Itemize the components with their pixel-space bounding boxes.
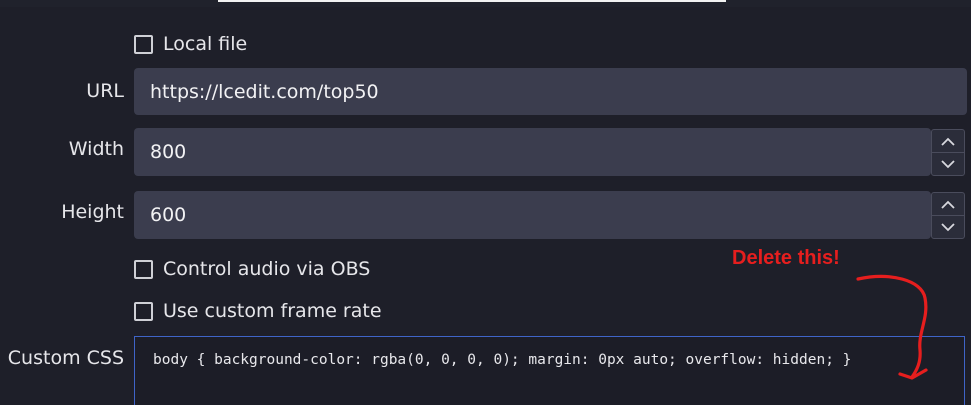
url-label: URL xyxy=(86,80,124,102)
control-audio-label: Control audio via OBS xyxy=(163,258,371,280)
chevron-down-icon xyxy=(941,222,955,231)
height-increment-button[interactable] xyxy=(932,193,964,215)
height-decrement-button[interactable] xyxy=(932,215,964,238)
preview-frame xyxy=(218,0,726,2)
url-input[interactable]: https://lcedit.com/top50 xyxy=(134,68,967,115)
height-label: Height xyxy=(61,201,124,223)
control-audio-option[interactable]: Control audio via OBS xyxy=(134,256,370,282)
chevron-down-icon xyxy=(941,159,955,168)
custom-frame-rate-label: Use custom frame rate xyxy=(163,300,382,322)
custom-frame-rate-option[interactable]: Use custom frame rate xyxy=(134,298,382,324)
height-spinner xyxy=(931,192,965,239)
local-file-option[interactable]: Local file xyxy=(134,31,247,57)
local-file-label: Local file xyxy=(163,33,248,55)
width-label: Width xyxy=(68,138,124,160)
height-input[interactable]: 600 xyxy=(134,191,931,239)
custom-frame-rate-checkbox[interactable] xyxy=(134,301,153,321)
browser-source-properties: Local file URL https://lcedit.com/top50 … xyxy=(0,0,971,405)
width-spinner xyxy=(931,129,965,176)
control-audio-checkbox[interactable] xyxy=(134,259,153,279)
chevron-up-icon xyxy=(941,200,955,209)
annotation-text: Delete this! xyxy=(732,247,840,269)
width-increment-button[interactable] xyxy=(932,130,964,152)
width-input[interactable]: 800 xyxy=(134,128,931,176)
custom-css-label: Custom CSS xyxy=(7,347,124,369)
local-file-checkbox[interactable] xyxy=(134,34,153,54)
width-decrement-button[interactable] xyxy=(932,152,964,175)
annotation-arrow-icon xyxy=(856,274,928,380)
chevron-up-icon xyxy=(941,137,955,146)
